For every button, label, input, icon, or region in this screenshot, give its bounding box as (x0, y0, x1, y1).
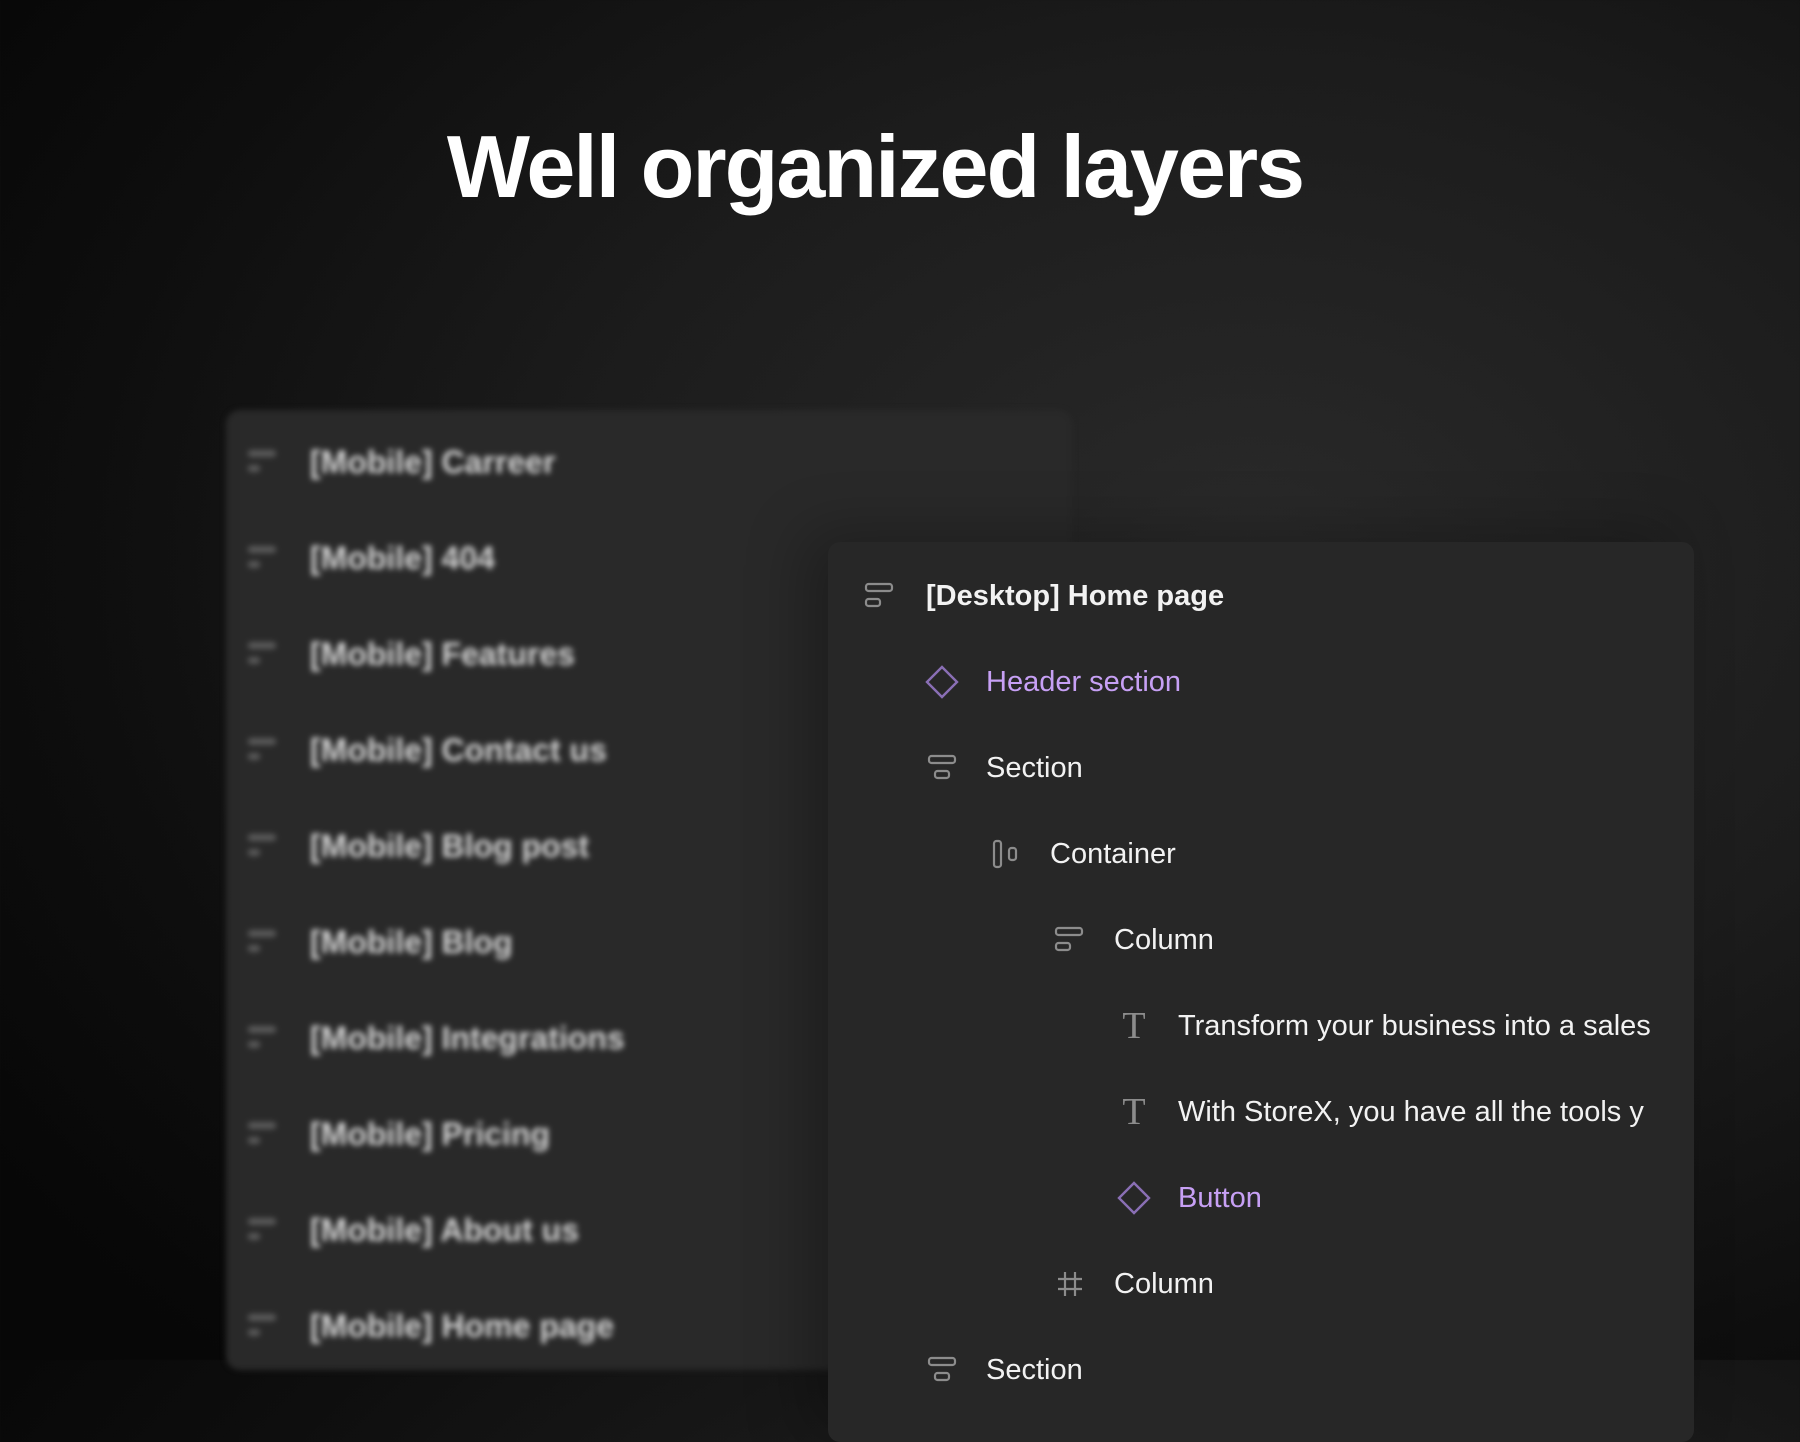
layer-item-section[interactable]: Section (922, 748, 1083, 788)
layer-item-mobile-404[interactable]: [Mobile] 404 (246, 536, 495, 580)
frame-stack-icon (860, 576, 900, 616)
frame-stack-icon (248, 1026, 276, 1048)
frame-stack-icon (248, 738, 276, 760)
layer-item-mobile-integrations[interactable]: [Mobile] Integrations (246, 1016, 625, 1060)
desktop-layers-panel: [Desktop] Home page Header section Secti… (828, 542, 1694, 1442)
layer-item-desktop-home-page[interactable]: [Desktop] Home page (860, 576, 1224, 616)
frame-stack-icon (248, 1122, 276, 1144)
frame-stack-icon (248, 642, 276, 664)
layer-label: [Mobile] Blog post (310, 827, 590, 864)
layer-label: Column (1114, 923, 1214, 956)
layer-label: [Mobile] Home page (310, 1307, 615, 1344)
layer-item-section-2[interactable]: Section (922, 1350, 1083, 1390)
layer-label: [Mobile] Pricing (310, 1115, 550, 1152)
layer-label: With StoreX, you have all the tools y (1178, 1095, 1644, 1128)
frame-stack-icon (248, 834, 276, 856)
frame-stack-icon (248, 546, 276, 568)
layer-label: [Mobile] Carreer (310, 443, 556, 480)
text-icon: T (1122, 1005, 1146, 1047)
layer-label: [Mobile] Blog (310, 923, 513, 960)
frame-stack-icon (248, 1218, 276, 1240)
vertical-stack-icon (922, 748, 962, 788)
layer-item-mobile-home-page[interactable]: [Mobile] Home page (246, 1304, 614, 1348)
page-title: Well organized layers (446, 117, 1305, 216)
layer-label: Container (1050, 837, 1176, 870)
frame-stack-icon (248, 1314, 276, 1336)
component-diamond-icon (922, 662, 962, 702)
layer-item-mobile-contact-us[interactable]: [Mobile] Contact us (246, 728, 607, 772)
layer-label: Column (1114, 1267, 1214, 1300)
layer-label: [Mobile] About us (310, 1211, 579, 1248)
layer-item-mobile-about-us[interactable]: [Mobile] About us (246, 1208, 579, 1252)
layer-item-header-section[interactable]: Header section (922, 662, 1181, 702)
layer-label: [Mobile] Features (310, 635, 575, 672)
layer-item-mobile-blog-post[interactable]: [Mobile] Blog post (246, 824, 589, 868)
layer-label: Header section (986, 665, 1182, 698)
frame-stack-icon (248, 450, 276, 472)
layer-label: Button (1178, 1181, 1262, 1214)
layer-item-mobile-pricing[interactable]: [Mobile] Pricing (246, 1112, 550, 1156)
layer-item-container[interactable]: Container (986, 834, 1176, 874)
layer-item-mobile-carreer[interactable]: [Mobile] Carreer (246, 440, 555, 484)
layer-item-column-grid[interactable]: Column (1050, 1264, 1214, 1304)
layer-label: [Mobile] Integrations (310, 1019, 625, 1056)
component-diamond-icon (1114, 1178, 1154, 1218)
text-icon: T (1122, 1091, 1146, 1133)
layer-label: Section (986, 1353, 1083, 1386)
layer-item-text-description[interactable]: T With StoreX, you have all the tools y (1114, 1091, 1644, 1133)
layer-label: [Mobile] 404 (310, 539, 495, 576)
frame-stack-icon (1050, 920, 1090, 960)
grid-frame-icon (1050, 1264, 1090, 1304)
layer-item-mobile-features[interactable]: [Mobile] Features (246, 632, 575, 676)
layer-label: Transform your business into a sales (1178, 1009, 1651, 1042)
layer-label: Section (986, 751, 1083, 784)
layer-label: [Desktop] Home page (926, 579, 1225, 612)
layer-label: [Mobile] Contact us (310, 731, 607, 768)
layer-item-text-headline[interactable]: T Transform your business into a sales (1114, 1005, 1651, 1047)
layer-item-column[interactable]: Column (1050, 920, 1214, 960)
horizontal-stack-icon (986, 834, 1026, 874)
layer-item-mobile-blog[interactable]: [Mobile] Blog (246, 920, 513, 964)
layer-item-button[interactable]: Button (1114, 1178, 1262, 1218)
vertical-stack-icon (922, 1350, 962, 1390)
frame-stack-icon (248, 930, 276, 952)
